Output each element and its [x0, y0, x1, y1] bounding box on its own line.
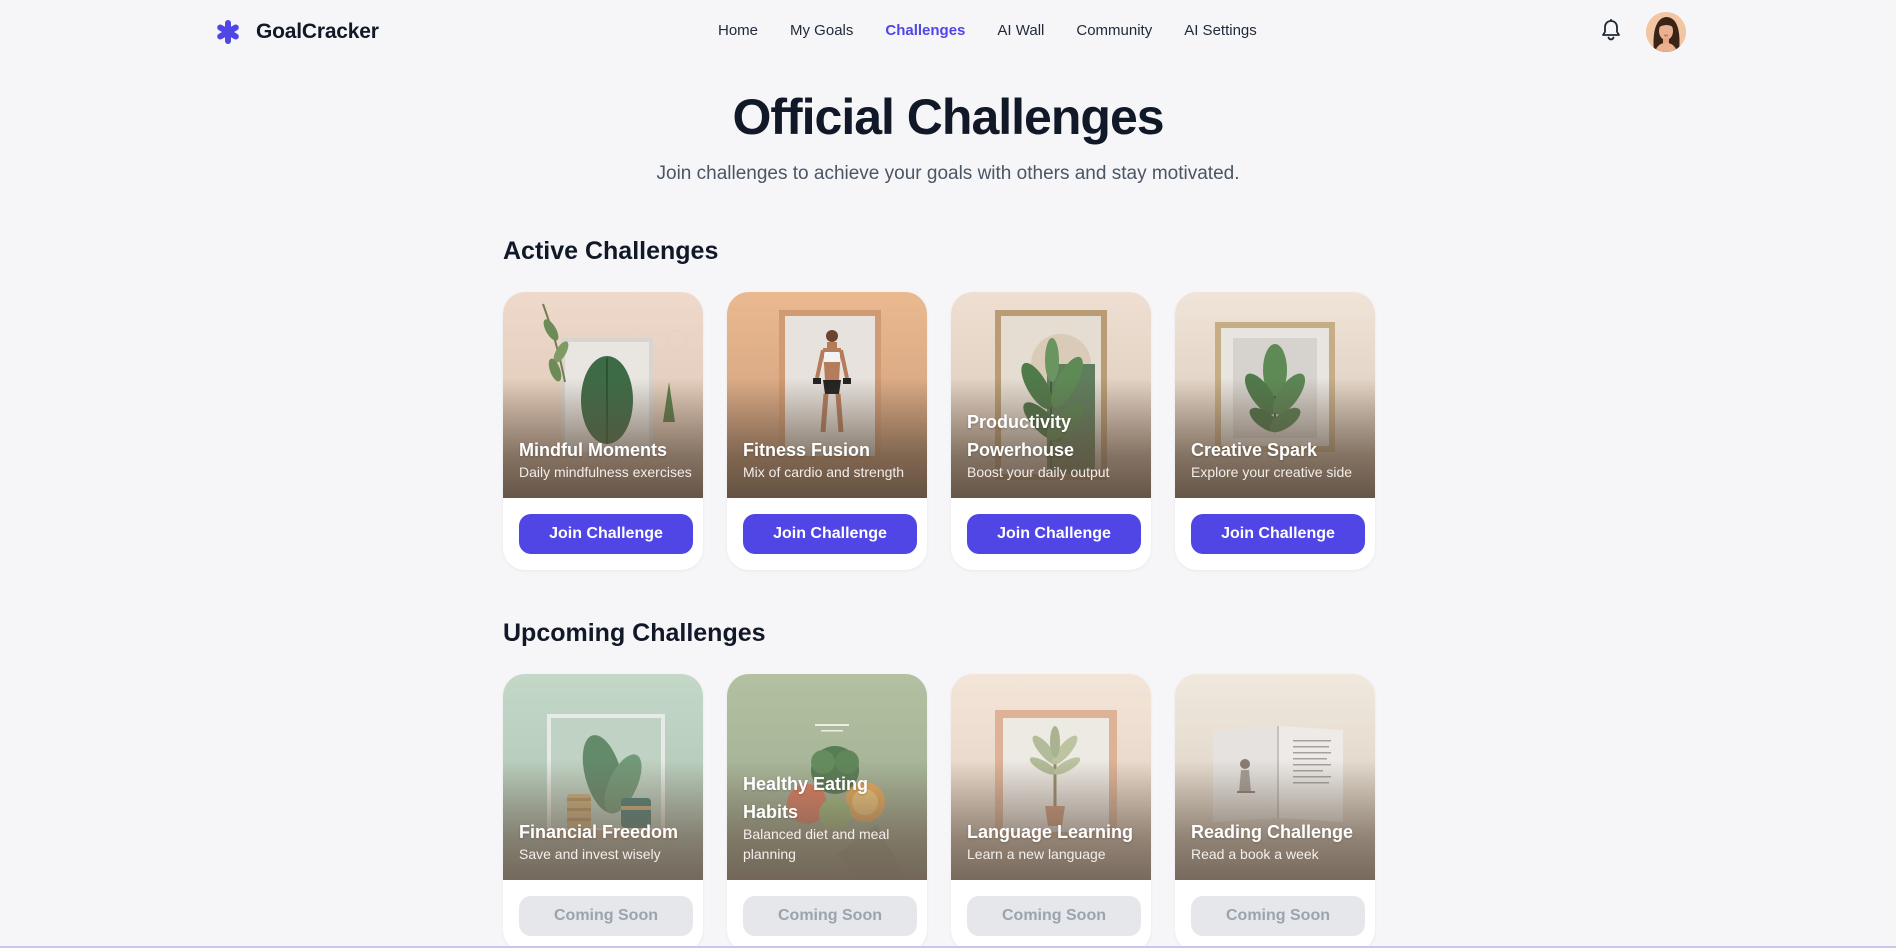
- join-challenge-button[interactable]: Join Challenge: [967, 514, 1141, 554]
- challenge-card: Reading Challenge Read a book a week Com…: [1175, 674, 1375, 948]
- user-avatar[interactable]: [1646, 12, 1686, 52]
- asterisk-logo-icon: [217, 20, 239, 44]
- challenge-card: Healthy Eating Habits Balanced diet and …: [727, 674, 927, 948]
- challenge-title: Productivity Powerhouse: [967, 412, 1075, 460]
- challenge-image: Reading Challenge Read a book a week: [1175, 674, 1375, 880]
- challenge-description: Learn a new language: [967, 846, 1106, 862]
- challenge-description: Daily mindfulness exercises: [519, 464, 692, 480]
- challenge-card: Financial Freedom Save and invest wisely…: [503, 674, 703, 948]
- finance-illustration: [539, 714, 675, 840]
- challenge-card: Language Learning Learn a new language C…: [951, 674, 1151, 948]
- join-challenge-button[interactable]: Join Challenge: [1191, 514, 1365, 554]
- page-title: Official Challenges: [732, 89, 1164, 145]
- challenge-card: Mindful Moments Daily mindfulness exerci…: [503, 292, 703, 570]
- challenge-card: Fitness Fusion Mix of cardio and strengt…: [727, 292, 927, 570]
- avatar-portrait: [1646, 12, 1686, 52]
- brand-logo-link[interactable]: GoalCracker: [214, 18, 379, 46]
- challenge-card: Productivity Powerhouse Boost your daily…: [951, 292, 1151, 570]
- nav-link-home[interactable]: Home: [718, 22, 758, 39]
- coming-soon-button[interactable]: Coming Soon: [519, 896, 693, 936]
- challenge-description: Explore your creative side: [1191, 464, 1353, 480]
- open-book-illustration: [1213, 726, 1343, 822]
- challenge-image: Fitness Fusion Mix of cardio and strengt…: [727, 292, 927, 498]
- brand-name: GoalCracker: [256, 20, 379, 43]
- nav-links: Home My Goals Challenges AI Wall Communi…: [718, 22, 1289, 39]
- challenge-description: Read a book a week: [1191, 846, 1319, 862]
- challenge-title: Mindful Moments: [519, 440, 667, 460]
- active-challenges-heading: Active Challenges: [503, 237, 719, 265]
- challenge-title: Reading Challenge: [1191, 822, 1354, 842]
- challenge-description: Save and invest wisely: [519, 846, 661, 862]
- challenge-image: Productivity Powerhouse Boost your daily…: [951, 292, 1151, 498]
- join-challenge-button[interactable]: Join Challenge: [519, 514, 693, 554]
- challenge-description: Mix of cardio and strength: [743, 464, 905, 480]
- challenge-description: Boost your daily output: [967, 464, 1110, 480]
- healthy-food-illustration: [787, 724, 907, 880]
- upcoming-challenges-heading: Upcoming Challenges: [503, 619, 766, 647]
- challenge-title: Financial Freedom: [519, 822, 679, 842]
- challenge-title: Fitness Fusion: [743, 440, 871, 460]
- challenge-title: Creative Spark: [1191, 440, 1318, 460]
- nav-link-challenges[interactable]: Challenges: [885, 22, 965, 39]
- page-subtitle: Join challenges to achieve your goals wi…: [656, 163, 1240, 184]
- coming-soon-button[interactable]: Coming Soon: [967, 896, 1141, 936]
- challenge-title: Language Learning: [967, 822, 1134, 842]
- upcoming-challenges-list: Financial Freedom Save and invest wisely…: [503, 674, 1399, 948]
- challenge-image: Healthy Eating Habits Balanced diet and …: [727, 674, 927, 880]
- challenge-image: Language Learning Learn a new language: [951, 674, 1151, 880]
- join-challenge-button[interactable]: Join Challenge: [743, 514, 917, 554]
- top-navigation: GoalCracker Home My Goals Challenges AI …: [0, 0, 1896, 64]
- challenge-image: Financial Freedom Save and invest wisely: [503, 674, 703, 880]
- challenge-image: Creative Spark Explore your creative sid…: [1175, 292, 1375, 498]
- bell-icon[interactable]: [1600, 18, 1622, 42]
- nav-link-community[interactable]: Community: [1076, 22, 1152, 39]
- active-challenges-list: Mindful Moments Daily mindfulness exerci…: [503, 292, 1399, 570]
- coming-soon-button[interactable]: Coming Soon: [743, 896, 917, 936]
- challenge-card: Creative Spark Explore your creative sid…: [1175, 292, 1375, 570]
- challenge-image: Mindful Moments Daily mindfulness exerci…: [503, 292, 703, 498]
- nav-link-my-goals[interactable]: My Goals: [790, 22, 853, 39]
- page: GoalCracker Home My Goals Challenges AI …: [0, 0, 1896, 948]
- nav-link-ai-settings[interactable]: AI Settings: [1184, 22, 1257, 39]
- nav-link-ai-wall[interactable]: AI Wall: [997, 22, 1044, 39]
- palm-plant-frame-illustration: [995, 710, 1117, 838]
- challenge-title: Healthy Eating Habits: [743, 774, 869, 822]
- coming-soon-button[interactable]: Coming Soon: [1191, 896, 1365, 936]
- challenge-description: Balanced diet and meal planning: [743, 826, 890, 862]
